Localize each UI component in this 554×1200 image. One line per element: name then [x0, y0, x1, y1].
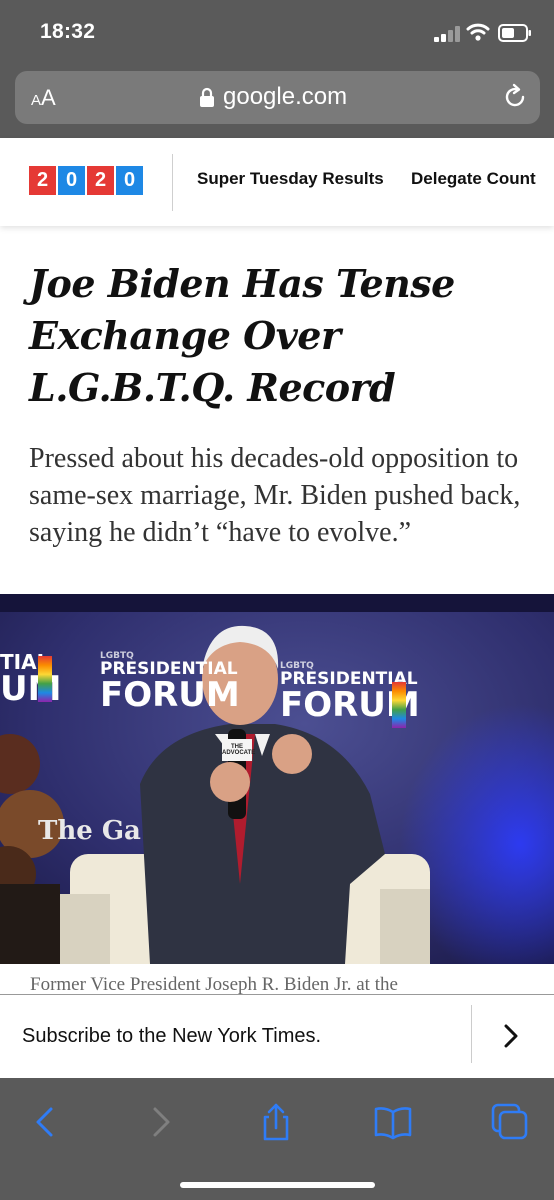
- election-2020-logo[interactable]: 2 0 2 0: [29, 166, 143, 195]
- subscribe-text[interactable]: Subscribe to the New York Times.: [22, 1025, 321, 1048]
- rainbow-stripe: [392, 682, 406, 728]
- share-icon[interactable]: [256, 1102, 296, 1142]
- banner-forum-left: TIAL UM: [0, 650, 62, 709]
- nav-link-delegate-count[interactable]: Delegate Count: [411, 169, 536, 189]
- chevron-right-icon[interactable]: [500, 1023, 522, 1049]
- logo-digit: 0: [116, 166, 143, 195]
- subscribe-banner[interactable]: Subscribe to the New York Times.: [0, 994, 554, 1079]
- rainbow-stripe: [38, 656, 52, 702]
- site-nav: 2 0 2 0 Super Tuesday Results Delegate C…: [0, 138, 554, 226]
- mic-label: THE ADVOCATE: [222, 744, 256, 756]
- sign-text: The Ga: [38, 816, 141, 846]
- nav-link-super-tuesday[interactable]: Super Tuesday Results: [197, 169, 384, 189]
- banner-forum-1: LGBTQ PRESIDENTIAL FORUM: [100, 651, 240, 715]
- bookmarks-icon[interactable]: [373, 1102, 413, 1142]
- reader-options-button[interactable]: AA: [31, 85, 56, 111]
- logo-digit: 2: [29, 166, 56, 195]
- article-photo[interactable]: LGBTQ PRESIDENTIAL FORUM LGBTQ PRESIDENT…: [0, 594, 554, 964]
- article-summary: Pressed about his decades-old opposition…: [29, 443, 521, 548]
- domain-text[interactable]: google.com: [223, 83, 347, 111]
- article-headline: Joe Biden Has Tense Exchange Over L.G.B.…: [29, 261, 455, 410]
- logo-digit: 2: [87, 166, 114, 195]
- back-icon[interactable]: [26, 1102, 66, 1142]
- reload-icon[interactable]: [501, 83, 529, 111]
- subscribe-divider: [471, 1005, 472, 1063]
- status-time: 18:32: [40, 20, 96, 43]
- tabs-icon[interactable]: [490, 1102, 530, 1142]
- photo-illustration: [0, 594, 554, 964]
- browser-chrome: 18:32 AA google.com: [0, 0, 554, 138]
- nav-divider: [172, 154, 173, 211]
- forward-icon[interactable]: [140, 1102, 180, 1142]
- wifi-icon: [466, 23, 490, 41]
- battery-icon: [498, 24, 531, 42]
- cellular-signal-icon: [434, 26, 460, 42]
- logo-digit: 0: [58, 166, 85, 195]
- photo-caption: Former Vice President Joseph R. Biden Jr…: [30, 974, 398, 995]
- lock-icon: [200, 87, 214, 107]
- address-bar[interactable]: AA google.com: [15, 71, 540, 124]
- home-indicator[interactable]: [180, 1182, 375, 1188]
